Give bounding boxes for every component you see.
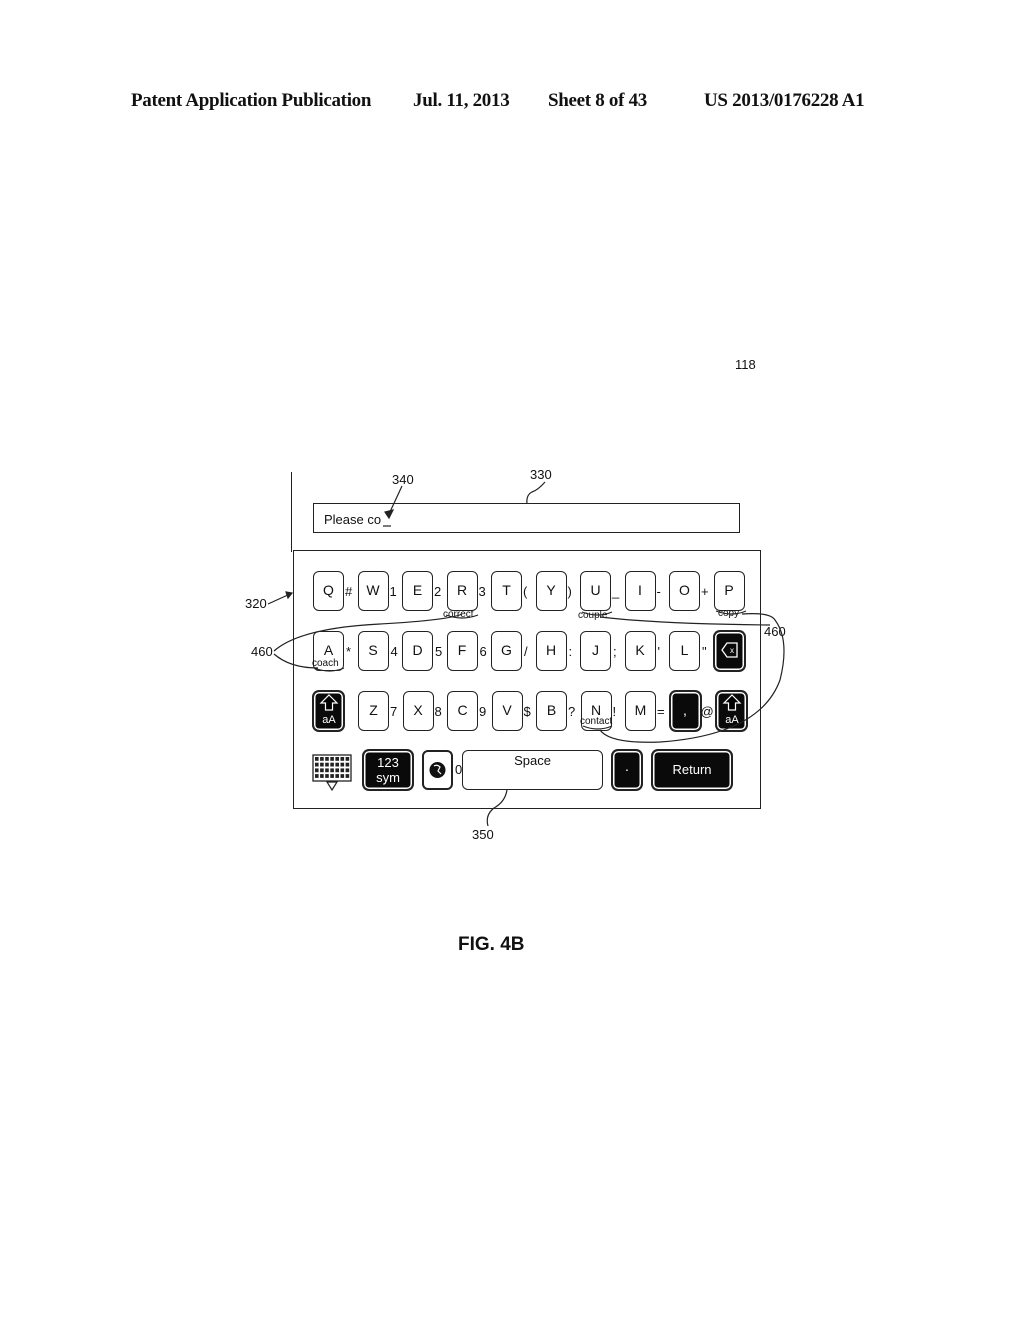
keyboard-hide-icon: [312, 754, 352, 792]
key-u[interactable]: U: [580, 571, 611, 611]
publication-title: Patent Application Publication: [131, 90, 372, 111]
ref-keyboard: 320: [245, 596, 267, 611]
alt-char: =: [657, 704, 665, 719]
alt-char: 5: [435, 644, 443, 659]
alt-char: ;: [613, 644, 617, 659]
ref-device: 118: [735, 357, 756, 372]
return-key[interactable]: Return: [652, 750, 732, 790]
figure-label: FIG. 4B: [458, 934, 525, 955]
alt-char: *: [346, 644, 352, 659]
alt-char: #: [345, 584, 353, 599]
shift-arrow-icon: aA: [722, 694, 741, 726]
alt-char: ": [702, 644, 707, 659]
svg-text:aA: aA: [322, 714, 336, 726]
alt-char: 4: [390, 644, 398, 659]
key-g[interactable]: G: [491, 631, 522, 671]
alt-char: _: [612, 584, 620, 599]
alt-char: 6: [479, 644, 487, 659]
backspace-icon: x: [721, 642, 738, 658]
key-o[interactable]: O: [669, 571, 700, 611]
key-j[interactable]: J: [580, 631, 611, 671]
alt-char: /: [524, 644, 528, 659]
publication-date: Jul. 11, 2013: [413, 90, 510, 111]
comma-key[interactable]: ,: [669, 691, 701, 731]
alt-char: ': [657, 644, 660, 659]
alt-char: ?: [568, 704, 576, 719]
symbols-key-line1: 123: [377, 755, 399, 770]
symbols-key[interactable]: 123 sym: [363, 750, 413, 790]
key-c[interactable]: C: [447, 691, 478, 731]
alt-char: (: [523, 584, 528, 599]
key-f[interactable]: F: [446, 631, 478, 671]
hide-keyboard-key[interactable]: [312, 754, 352, 792]
suggestion-correct[interactable]: correct: [443, 609, 474, 620]
suggestion-contact[interactable]: contact: [580, 716, 612, 727]
sheet-number: Sheet 8 of 43: [548, 90, 648, 111]
globe-key[interactable]: [422, 750, 453, 790]
device-frame-edge: [291, 472, 292, 552]
key-v[interactable]: V: [491, 691, 523, 731]
alt-char: +: [701, 584, 709, 599]
leader-320: [267, 593, 291, 605]
alt-char: 9: [479, 704, 487, 719]
period-key[interactable]: ·: [612, 750, 642, 790]
key-h[interactable]: H: [535, 631, 567, 671]
alt-char: 2: [434, 584, 442, 599]
key-s[interactable]: S: [357, 631, 389, 671]
alt-char: !: [612, 704, 617, 719]
arrowhead-320: [285, 591, 294, 600]
key-r[interactable]: R: [446, 571, 478, 611]
key-m[interactable]: M: [625, 691, 656, 731]
text-input-field[interactable]: Please co: [313, 503, 740, 533]
text-input-value: Please co: [324, 512, 382, 527]
shift-key-left[interactable]: aA: [313, 691, 344, 731]
shift-key-right[interactable]: aA: [716, 691, 747, 731]
symbols-key-line2: sym: [376, 770, 400, 785]
ref-text-field: 330: [530, 467, 552, 482]
key-z[interactable]: Z: [358, 691, 389, 731]
key-t[interactable]: T: [491, 571, 522, 611]
key-w[interactable]: W: [357, 571, 389, 611]
alt-char: ): [567, 584, 572, 599]
svg-text:aA: aA: [725, 714, 739, 726]
key-i[interactable]: I: [624, 571, 656, 611]
space-key[interactable]: Space: [462, 750, 603, 790]
key-q[interactable]: Q: [313, 571, 344, 611]
shift-arrow-icon: aA: [319, 694, 338, 726]
suggestion-coach[interactable]: coach: [312, 658, 339, 669]
svg-text:x: x: [730, 646, 734, 655]
suggestion-couple[interactable]: couple: [578, 610, 607, 621]
alt-char: 7: [390, 704, 398, 719]
key-d[interactable]: D: [402, 631, 433, 671]
key-b[interactable]: B: [536, 691, 567, 731]
alt-char: :: [568, 644, 573, 659]
alt-char: 3: [478, 584, 486, 599]
alt-char: -: [656, 584, 661, 599]
ref-suggestions: 460: [251, 644, 273, 659]
alt-char: 8: [434, 704, 442, 719]
key-e[interactable]: E: [402, 571, 433, 611]
key-k[interactable]: K: [624, 631, 656, 671]
ref-cursor: 340: [392, 472, 414, 487]
ref-suggestions-right: 460: [764, 624, 786, 639]
key-p[interactable]: P: [713, 571, 745, 611]
alt-char-at: @: [700, 704, 714, 719]
key-y[interactable]: Y: [535, 571, 567, 611]
backspace-key[interactable]: x: [713, 631, 745, 671]
leader-330: [526, 481, 546, 505]
alt-char: 1: [389, 584, 397, 599]
alt-char: $: [523, 704, 531, 719]
globe-icon: [429, 762, 446, 778]
ref-space-key: 350: [472, 827, 494, 842]
key-x[interactable]: X: [402, 691, 434, 731]
patent-number: US 2013/0176228 A1: [704, 90, 865, 111]
suggestion-copy[interactable]: copy: [718, 608, 739, 619]
key-l[interactable]: L: [669, 631, 700, 671]
